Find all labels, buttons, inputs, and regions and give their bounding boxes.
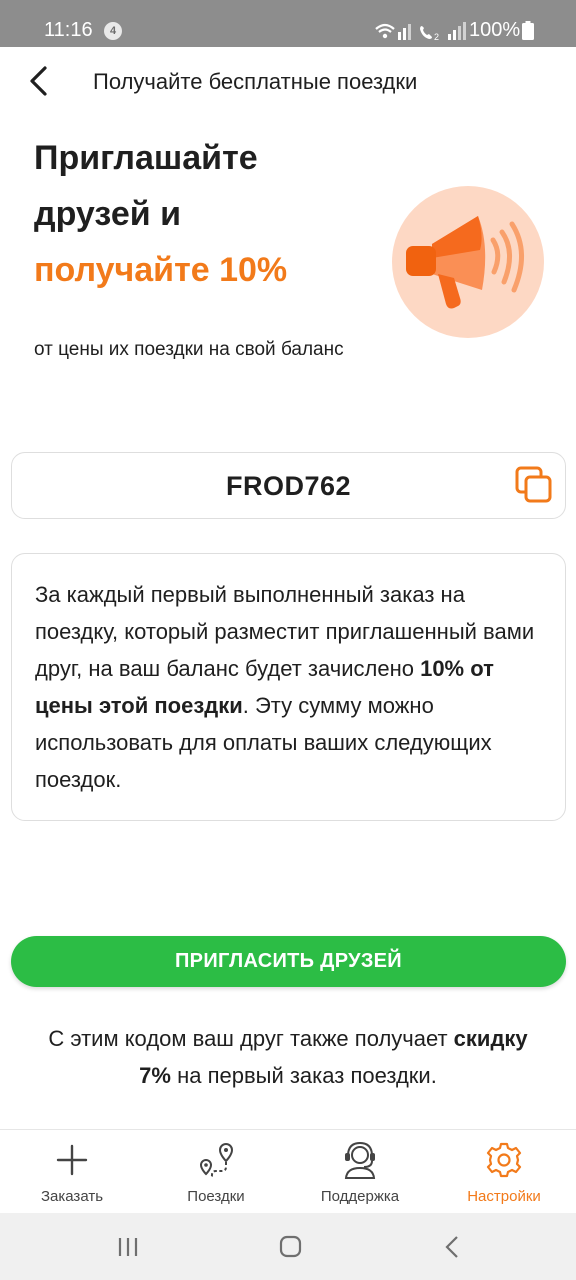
status-time: 11:16 xyxy=(44,19,93,41)
system-back-icon xyxy=(445,1236,458,1258)
hero-title-accent: получайте 10% xyxy=(34,251,288,289)
hero-subtitle: от цены их поездки на свой баланс xyxy=(34,339,344,360)
hero-title: Приглашайте друзей и получайте 10% xyxy=(34,130,364,298)
promo-code-box: FROD762 xyxy=(11,452,566,519)
friend-discount-note: С этим кодом ваш друг также получает ски… xyxy=(30,1020,546,1094)
recent-apps-button[interactable] xyxy=(108,1233,148,1261)
friend-note-part1: С этим кодом ваш друг также получает xyxy=(48,1026,454,1051)
home-button[interactable] xyxy=(270,1233,310,1261)
nav-item-trips[interactable]: Поездки xyxy=(144,1130,288,1214)
hero-title-line1: Приглашайте xyxy=(34,139,258,177)
gear-icon xyxy=(486,1142,522,1178)
system-nav-bar xyxy=(0,1213,576,1280)
home-icon xyxy=(279,1235,302,1258)
back-button[interactable] xyxy=(20,61,60,101)
nav-label-support: Поддержка xyxy=(320,1188,400,1205)
route-icon xyxy=(199,1142,234,1178)
nav-item-support[interactable]: Поддержка xyxy=(288,1130,432,1214)
copy-code-button[interactable] xyxy=(513,465,555,507)
info-text: За каждый первый выполненный заказ на по… xyxy=(35,576,545,798)
bottom-nav: Заказать Поездки Поддержка Настройки xyxy=(0,1129,576,1213)
app-header: Получайте бесплатные поездки xyxy=(0,47,576,117)
system-back-button[interactable] xyxy=(432,1233,472,1261)
battery-percent: 100% xyxy=(469,19,521,41)
page-title: Получайте бесплатные поездки xyxy=(93,69,418,94)
hero-title-line2: друзей и xyxy=(34,195,181,233)
battery-icon xyxy=(522,21,534,40)
copy-icon xyxy=(515,466,552,503)
nav-item-order[interactable]: Заказать xyxy=(0,1130,144,1214)
notification-count-badge: 4 xyxy=(104,22,122,40)
nav-label-trips: Поездки xyxy=(187,1188,245,1205)
plus-icon xyxy=(56,1144,88,1176)
status-bar: 11:16 4 2 100% xyxy=(0,0,576,47)
nav-label-order: Заказать xyxy=(40,1188,104,1205)
svg-text:2: 2 xyxy=(434,32,439,42)
recent-apps-icon xyxy=(118,1238,138,1256)
back-arrow-icon xyxy=(30,66,47,96)
invite-friends-button[interactable]: ПРИГЛАСИТЬ ДРУЗЕЙ xyxy=(11,936,566,987)
support-headset-icon xyxy=(344,1141,376,1179)
friend-note-part2: на первый заказ поездки. xyxy=(170,1063,437,1088)
nav-item-settings[interactable]: Настройки xyxy=(432,1130,576,1214)
promo-code[interactable]: FROD762 xyxy=(12,470,565,502)
info-box: За каждый первый выполненный заказ на по… xyxy=(11,553,566,821)
nav-label-settings: Настройки xyxy=(467,1188,541,1205)
megaphone-icon xyxy=(392,186,544,338)
signal-icons: 2 xyxy=(375,22,466,42)
